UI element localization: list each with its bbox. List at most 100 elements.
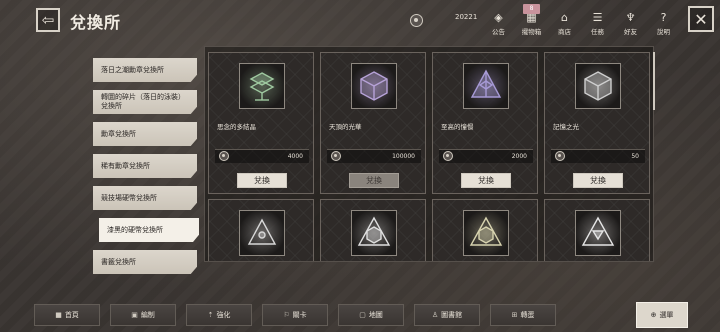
sidebar-item-label: 勳章兌換所 — [101, 129, 136, 138]
tab-label: 選單 — [659, 311, 674, 319]
shop-icon: ⌂ — [561, 11, 568, 24]
tab-label: 轉蛋 — [520, 311, 535, 319]
sidebar-item-label: 競技場硬幣兌換所 — [101, 193, 157, 202]
nav-task[interactable]: ☰ 任務 — [581, 4, 614, 37]
nav-badge: 8 — [523, 4, 540, 14]
price-row: 50 — [551, 149, 645, 163]
exchange-button[interactable]: 兌換 — [237, 173, 287, 188]
item-price: 50 — [631, 153, 639, 160]
nav-shop[interactable]: ⌂ 商店 — [548, 4, 581, 37]
bottom-nav: ■ 首頁 ▣ 編制 ⇡ 強化 ⚐ 關卡 ▢ 地圖 ♙ 圖書館 ⊞ 轉蛋 ⊕ 選單 — [0, 300, 720, 332]
tab-menu[interactable]: ⊕ 選單 — [636, 302, 688, 328]
item-card[interactable]: 至高的憧憬 2000 兌換 — [432, 52, 538, 194]
coin-icon — [219, 151, 229, 161]
item-name: 天頂的光華 — [329, 123, 362, 131]
tab-enhance[interactable]: ⇡ 強化 — [186, 304, 252, 326]
sidebar-item[interactable]: 轉圜的碎片（落日的泳裝）兌換所 — [93, 90, 197, 114]
item-price: 4000 — [287, 153, 303, 160]
exchange-button[interactable]: 兌換 — [349, 173, 399, 188]
top-nav: ◈ 公告 8 ▦ 擺物箱 ⌂ 商店 ☰ 任務 ♆ 好友 ? 說明 — [482, 4, 680, 36]
item-card[interactable]: 記憶之光 50 兌換 — [544, 52, 650, 194]
crystal-icon — [581, 216, 615, 246]
coin-icon — [443, 151, 453, 161]
item-name: 至高的憧憬 — [441, 123, 474, 131]
crystal-icon — [584, 71, 612, 101]
sidebar-item[interactable]: 稀有勳章兌換所 — [93, 154, 197, 178]
exchange-button[interactable]: 兌換 — [461, 173, 511, 188]
close-icon: ✕ — [694, 9, 708, 29]
tab-stage[interactable]: ⚐ 關卡 — [262, 304, 328, 326]
nav-label: 好友 — [624, 28, 637, 36]
tab-label: 強化 — [216, 311, 231, 319]
sidebar-item-label: 書籤兌換所 — [101, 257, 136, 266]
tab-gacha[interactable]: ⊞ 轉蛋 — [490, 304, 556, 326]
sidebar-item[interactable]: 漆黑的硬幣兌換所 — [99, 218, 199, 242]
menu-icon: ⊕ — [650, 311, 657, 319]
map-icon: ▢ — [359, 311, 366, 319]
item-card[interactable]: 思念的多結晶 4000 兌換 — [208, 52, 314, 194]
page-title: 兌換所 — [70, 13, 122, 32]
currency-value: 20221 — [455, 13, 478, 21]
item-name: 記憶之光 — [553, 123, 579, 131]
item-thumbnail — [463, 210, 509, 256]
crystal-icon — [469, 216, 503, 246]
tab-formation[interactable]: ▣ 編制 — [110, 304, 176, 326]
announcement-icon: ◈ — [494, 11, 503, 24]
sidebar-item-label: 漆黑的硬幣兌換所 — [107, 225, 163, 234]
tab-label: 編制 — [140, 311, 155, 319]
item-thumbnail — [239, 63, 285, 109]
price-row: 100000 — [327, 149, 421, 163]
item-price: 2000 — [511, 153, 527, 160]
formation-icon: ▣ — [131, 311, 138, 319]
friends-icon: ♆ — [625, 11, 636, 24]
sidebar-item-label: 轉圜的碎片（落日的泳裝）兌換所 — [101, 93, 185, 110]
item-card[interactable] — [544, 199, 650, 261]
crystal-icon — [249, 72, 275, 101]
item-thumbnail — [239, 210, 285, 256]
top-bar: ⇦ 兌換所 20221 ◈ 公告 8 ▦ 擺物箱 ⌂ 商店 ☰ 任務 ♆ 好友 ? 說明 ✕ — [0, 0, 720, 40]
nav-label: 公告 — [492, 28, 505, 36]
nav-help[interactable]: ? 說明 — [647, 4, 680, 37]
stage-icon: ⚐ — [283, 311, 290, 319]
crystal-icon — [357, 216, 391, 246]
item-card[interactable]: 天頂的光華 100000 兌換 — [320, 52, 426, 194]
item-thumbnail — [575, 63, 621, 109]
nav-friends[interactable]: ♆ 好友 — [614, 4, 647, 37]
enhance-icon: ⇡ — [207, 311, 214, 319]
exchange-button[interactable]: 兌換 — [573, 173, 623, 188]
sidebar-item[interactable]: 競技場硬幣兌換所 — [93, 186, 197, 210]
task-icon: ☰ — [592, 11, 603, 24]
sidebar-item[interactable]: 書籤兌換所 — [93, 250, 197, 274]
tab-library[interactable]: ♙ 圖書館 — [414, 304, 480, 326]
sidebar-item-label: 落日之潮勳章兌換所 — [101, 65, 164, 74]
home-icon: ■ — [55, 311, 62, 319]
nav-warehouse[interactable]: 8 ▦ 擺物箱 — [515, 4, 548, 36]
sidebar-item-label: 稀有勳章兌換所 — [101, 161, 150, 170]
close-button[interactable]: ✕ — [688, 6, 714, 32]
currency-display: 20221 — [410, 12, 477, 28]
tab-label: 圖書館 — [441, 311, 463, 319]
crystal-icon — [247, 218, 277, 245]
scrollbar[interactable] — [653, 52, 655, 110]
sidebar-item[interactable]: 勳章兌換所 — [93, 122, 197, 146]
price-row: 4000 — [215, 149, 309, 163]
tab-home[interactable]: ■ 首頁 — [34, 304, 100, 326]
coin-icon — [331, 151, 341, 161]
item-card[interactable] — [432, 199, 538, 261]
coin-icon — [555, 151, 565, 161]
nav-label: 任務 — [591, 28, 604, 36]
item-grid: 思念的多結晶 4000 兌換 天頂的光華 100000 兌換 至高的憧憬 2000 兌換 記憶之光… — [204, 46, 654, 262]
back-button[interactable]: ⇦ — [36, 8, 60, 32]
sidebar-item[interactable]: 落日之潮勳章兌換所 — [93, 58, 197, 82]
tab-label: 首頁 — [64, 311, 79, 319]
item-card[interactable] — [208, 199, 314, 261]
nav-announcement[interactable]: ◈ 公告 — [482, 4, 515, 37]
tab-map[interactable]: ▢ 地圖 — [338, 304, 404, 326]
item-thumbnail — [351, 63, 397, 109]
item-card[interactable] — [320, 199, 426, 261]
tab-label: 地圖 — [368, 311, 383, 319]
item-thumbnail — [351, 210, 397, 256]
nav-label: 商店 — [558, 28, 571, 36]
item-thumbnail — [463, 63, 509, 109]
item-thumbnail — [575, 210, 621, 256]
